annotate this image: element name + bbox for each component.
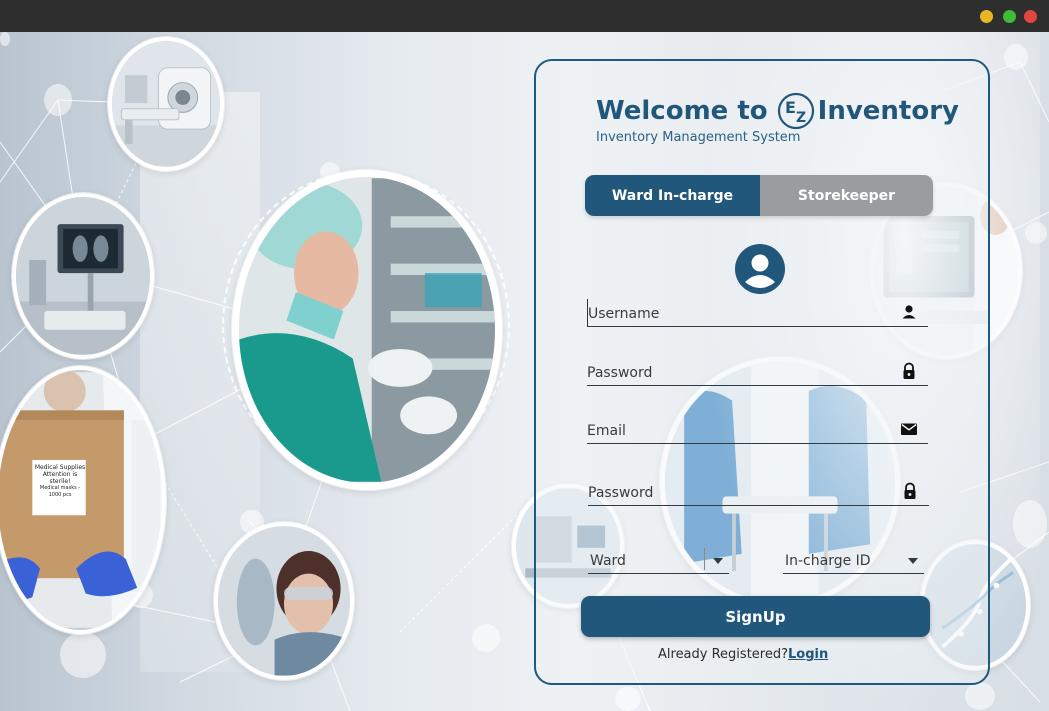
maximize-button[interactable] [1003, 10, 1016, 23]
ward-select-label: Ward [590, 553, 626, 569]
logo-letter-z: Z [796, 110, 806, 126]
close-button[interactable] [1024, 10, 1037, 23]
email-input[interactable] [587, 420, 881, 442]
ward-select[interactable]: Ward [588, 546, 729, 574]
tab-storekeeper[interactable]: Storekeeper [760, 175, 933, 216]
photo-mri-scanner [108, 37, 224, 171]
photo-nurse-supplies [232, 170, 502, 490]
password-input[interactable] [587, 362, 881, 384]
lock-icon [901, 482, 919, 500]
email-field-wrapper [587, 416, 928, 444]
bokeh-bubble [1013, 500, 1047, 548]
password-field-wrapper [587, 358, 928, 386]
envelope-icon [900, 420, 918, 438]
bokeh-bubble [615, 687, 641, 711]
signup-button[interactable]: SignUp [581, 596, 930, 637]
incharge-id-select[interactable]: In-charge ID [783, 546, 924, 574]
box-label: Medical Supplies Attention is sterile! M… [33, 464, 87, 499]
user-avatar-icon [735, 244, 785, 294]
box-label-line-1: Medical Supplies [34, 464, 86, 471]
photo-medical-delivery [0, 366, 166, 634]
box-label-line-2: Attention is sterile! [42, 471, 78, 485]
person-icon [900, 303, 918, 321]
bokeh-bubble [1004, 44, 1028, 70]
already-registered-text: Already Registered? [658, 647, 788, 662]
minimize-button[interactable] [980, 10, 993, 23]
box-label-line-3: Medical masks - 1000 pcs [39, 485, 81, 498]
welcome-text: Welcome to [596, 96, 768, 126]
bokeh-bubble [472, 624, 500, 652]
chevron-down-icon [908, 558, 918, 564]
logo-letter-e: E [785, 98, 796, 117]
bokeh-bubble [60, 632, 106, 678]
lock-icon [900, 362, 918, 380]
bokeh-bubble [1025, 222, 1047, 244]
chevron-down-icon [713, 558, 723, 564]
ez-logo-icon: E Z [776, 91, 816, 131]
confirm-password-field-wrapper [588, 478, 929, 506]
photo-scientist-goggles [214, 522, 354, 680]
bokeh-bubble [44, 84, 72, 116]
already-registered-row: Already Registered?Login [658, 647, 828, 662]
brand-name: Inventory [817, 96, 959, 126]
role-tabs: Ward In-charge Storekeeper [585, 175, 933, 216]
window-titlebar [0, 0, 1049, 32]
tab-ward-incharge[interactable]: Ward In-charge [585, 175, 760, 216]
incharge-id-select-label: In-charge ID [785, 553, 871, 569]
app-subtitle: Inventory Management System [596, 130, 801, 145]
welcome-title: Welcome to E Z Inventory [596, 90, 959, 132]
confirm-password-input[interactable] [588, 482, 882, 504]
photo-xray-monitor [12, 193, 154, 359]
bokeh-bubble [965, 682, 995, 710]
bokeh-bubble [0, 32, 10, 46]
username-input[interactable] [588, 303, 881, 325]
login-link[interactable]: Login [788, 647, 828, 662]
username-field-wrapper [587, 299, 928, 327]
ward-select-divider [704, 548, 705, 570]
